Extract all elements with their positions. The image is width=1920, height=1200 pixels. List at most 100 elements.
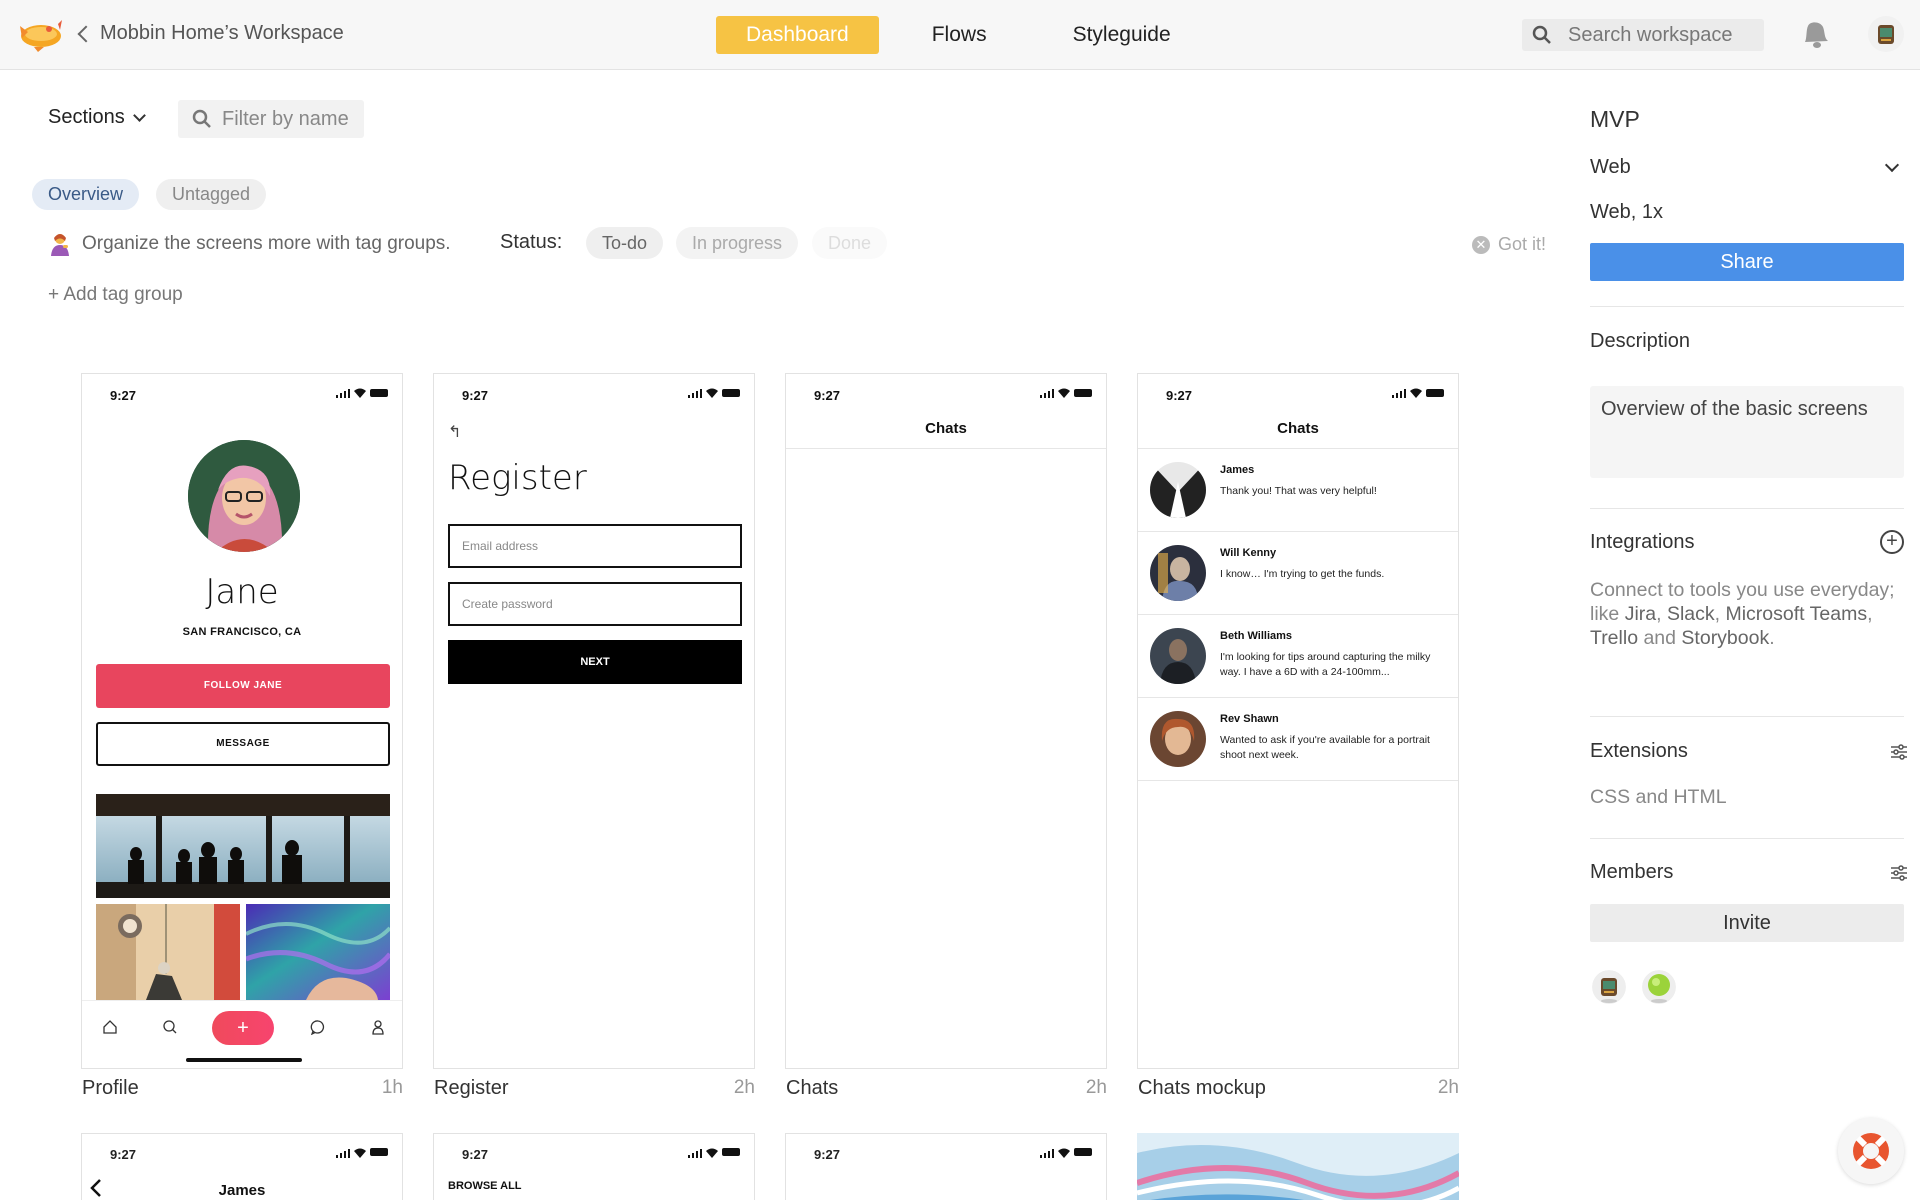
search-icon — [192, 109, 211, 128]
search-input[interactable] — [1568, 23, 1758, 47]
back-arrow-icon: ↰ — [448, 424, 462, 441]
wifi-icon — [1410, 388, 1422, 398]
description-heading: Description — [1590, 330, 1691, 352]
chat-list-item: Will Kenny I know… I'm trying to get the… — [1138, 533, 1458, 615]
chat-preview: I'm looking for tips around capturing th… — [1220, 651, 1431, 678]
battery-icon — [1074, 1148, 1092, 1156]
back-to-workspace-link[interactable]: Mobbin Home’s Workspace — [77, 22, 344, 45]
screen-age: 2h — [733, 1077, 755, 1098]
screen-age: 2h — [1437, 1077, 1459, 1098]
sections-label: Sections — [48, 106, 125, 128]
settings-sliders-icon[interactable] — [1890, 865, 1908, 881]
profile-photo — [188, 440, 300, 552]
status-bar-time: 9:27 — [110, 388, 137, 403]
chat-avatar — [1150, 628, 1206, 684]
help-lifebuoy-icon[interactable] — [1838, 1118, 1904, 1184]
chats-header: Chats — [925, 420, 967, 437]
status-bar-time: 9:27 — [462, 1147, 489, 1162]
home-indicator — [186, 1058, 302, 1062]
screen-thumbnail-blank[interactable]: 9:27 — [785, 1133, 1107, 1200]
message-button: MESSAGE — [96, 722, 390, 766]
battery-icon — [370, 389, 388, 397]
share-button[interactable]: Share — [1590, 243, 1904, 281]
zeplin-logo-icon[interactable] — [14, 14, 66, 54]
top-bar: Mobbin Home’s Workspace Dashboard Flows … — [0, 0, 1920, 70]
screen-thumbnail-marble[interactable] — [1137, 1133, 1459, 1200]
tag-untagged[interactable]: Untagged — [156, 179, 267, 210]
photo-city-silhouettes — [96, 794, 390, 898]
tag-overview[interactable]: Overview — [32, 179, 140, 210]
tool-jira: Jira — [1624, 603, 1657, 625]
chevron-left-icon — [77, 25, 95, 43]
signal-icon — [1391, 388, 1406, 398]
workspace-name: Mobbin Home’s Workspace — [100, 22, 344, 44]
screen-caption[interactable]: Chats — [786, 1077, 838, 1100]
main-nav: Dashboard Flows Styleguide — [716, 16, 1171, 54]
screen-thumbnail-james[interactable]: 9:27 James — [81, 1133, 403, 1200]
description-field[interactable]: Overview of the basic screens — [1590, 386, 1904, 478]
screen-thumbnail-profile[interactable]: 9:27 Jane SAN FRANCISCO, CA FOLLOW JANE … — [81, 373, 403, 1069]
add-integration-icon[interactable]: + — [1880, 530, 1904, 554]
chat-name: James — [1220, 464, 1255, 476]
tab-dashboard[interactable]: Dashboard — [716, 16, 879, 54]
notifications-bell-icon[interactable] — [1798, 16, 1832, 52]
member-avatar-icon[interactable] — [1592, 970, 1626, 1004]
status-done[interactable]: Done — [812, 227, 888, 259]
member-avatar-icon[interactable] — [1642, 970, 1676, 1004]
filter-input[interactable] — [222, 107, 362, 131]
chats-header: Chats — [1277, 420, 1319, 437]
screen-caption[interactable]: Register — [434, 1077, 508, 1100]
home-icon — [103, 1020, 117, 1034]
register-title: Register — [448, 458, 587, 498]
user-avatar-icon[interactable] — [1868, 16, 1904, 52]
screen-age: 1h — [381, 1077, 403, 1098]
platform-dropdown[interactable]: Web — [1590, 156, 1903, 179]
sections-dropdown[interactable]: Sections — [48, 106, 146, 129]
screen-age: 2h — [1085, 1077, 1107, 1098]
project-title: MVP — [1590, 106, 1640, 132]
email-field: Email address — [448, 524, 742, 568]
divider — [1590, 306, 1904, 307]
screen-thumbnail-register[interactable]: 9:27 ↰ Register Email address Create pas… — [433, 373, 755, 1069]
density-label: Web, 1x — [1590, 201, 1663, 223]
tab-styleguide[interactable]: Styleguide — [1073, 16, 1171, 54]
wifi-icon — [1058, 388, 1070, 398]
screen-thumbnail-chats-mockup[interactable]: 9:27 Chats James Thank you! That was ver… — [1137, 373, 1459, 1069]
signal-icon — [687, 1148, 702, 1158]
divider — [1590, 716, 1904, 717]
status-in-progress[interactable]: In progress — [676, 227, 799, 259]
add-tag-group-button[interactable]: + Add tag group — [48, 284, 183, 306]
settings-sliders-icon[interactable] — [1890, 744, 1908, 760]
invite-button[interactable]: Invite — [1590, 904, 1904, 942]
signal-icon — [1039, 1148, 1054, 1158]
dismiss-hint-button[interactable]: ✕ Got it! — [1472, 234, 1546, 255]
wifi-icon — [354, 1148, 366, 1158]
chat-name: Beth Williams — [1220, 630, 1293, 642]
tool-trello: Trello — [1590, 627, 1639, 649]
status-bar-icons — [335, 388, 388, 398]
signal-icon — [335, 388, 350, 398]
add-post-icon: + — [212, 1011, 274, 1045]
screen-caption[interactable]: Profile — [82, 1077, 139, 1100]
project-sidebar: MVP Web Web, 1x Share Description Overvi… — [1590, 70, 1910, 1200]
chat-preview: Thank you! That was very helpful! — [1220, 485, 1377, 497]
chat-title: James — [218, 1182, 266, 1199]
got-it-label: Got it! — [1498, 234, 1547, 254]
status-bar-icons — [1039, 1148, 1092, 1158]
battery-icon — [1074, 389, 1092, 397]
divider — [1590, 838, 1904, 839]
divider — [1590, 508, 1904, 509]
status-bar-time: 9:27 — [814, 388, 841, 403]
screen-thumbnail-chats[interactable]: 9:27 Chats — [785, 373, 1107, 1069]
screen-thumbnail-browse[interactable]: 9:27 BROWSE ALL — [433, 1133, 755, 1200]
status-todo[interactable]: To-do — [586, 227, 664, 259]
battery-icon — [722, 389, 740, 397]
platform-label: Web — [1590, 156, 1631, 178]
screen-caption[interactable]: Chats mockup — [1138, 1077, 1266, 1100]
status-bar-icons — [1039, 388, 1092, 398]
chat-avatar — [1150, 462, 1206, 518]
status-bar-icons — [687, 1148, 740, 1158]
search-icon — [163, 1020, 177, 1034]
signal-icon — [687, 388, 702, 398]
tab-flows[interactable]: Flows — [932, 16, 987, 54]
